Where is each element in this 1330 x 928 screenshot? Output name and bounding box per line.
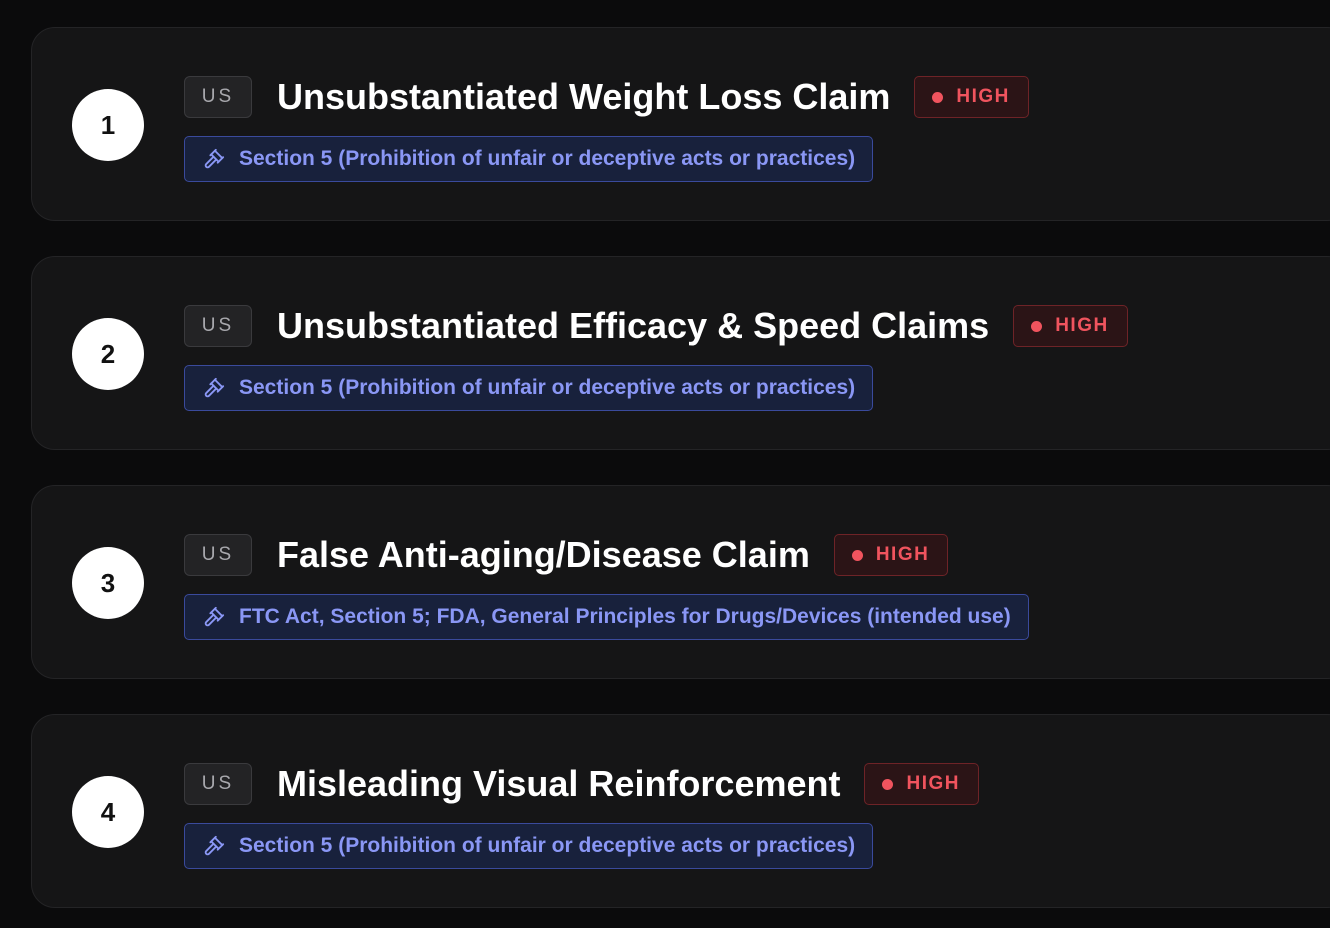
issue-title: Misleading Visual Reinforcement [277, 763, 841, 804]
issue-card[interactable]: 3 US False Anti-aging/Disease Claim HIGH… [31, 485, 1330, 679]
issue-number-badge: 4 [72, 776, 144, 848]
issue-title: False Anti-aging/Disease Claim [277, 534, 810, 575]
issue-title: Unsubstantiated Efficacy & Speed Claims [277, 305, 990, 346]
gavel-icon [202, 834, 226, 858]
issue-number-badge: 2 [72, 318, 144, 390]
regulation-tag: Section 5 (Prohibition of unfair or dece… [184, 365, 874, 411]
dot-icon [851, 549, 863, 561]
regulation-label: Section 5 (Prohibition of unfair or dece… [239, 834, 856, 857]
regulation-label: FTC Act, Section 5; FDA, General Princip… [239, 605, 1011, 628]
issue-list: 1 US Unsubstantiated Weight Loss Claim H… [0, 0, 1330, 928]
regulation-tag: Section 5 (Prohibition of unfair or dece… [184, 136, 874, 182]
severity-badge: HIGH [833, 534, 949, 576]
issue-card[interactable]: 1 US Unsubstantiated Weight Loss Claim H… [31, 27, 1330, 221]
severity-label: HIGH [956, 86, 1010, 107]
severity-badge: HIGH [864, 763, 979, 805]
region-tag: US [184, 534, 252, 576]
region-tag: US [184, 76, 252, 118]
regulation-label: Section 5 (Prohibition of unfair or dece… [239, 147, 856, 170]
region-tag: US [184, 305, 252, 347]
issue-header: US Misleading Visual Reinforcement HIGH [184, 763, 979, 805]
regulation-tag: FTC Act, Section 5; FDA, General Princip… [184, 594, 1029, 640]
region-tag: US [184, 763, 252, 805]
severity-badge: HIGH [1013, 305, 1128, 347]
severity-label: HIGH [1055, 315, 1109, 336]
issue-header: US Unsubstantiated Efficacy & Speed Clai… [184, 305, 1128, 347]
issue-header: US Unsubstantiated Weight Loss Claim HIG… [184, 76, 1029, 118]
dot-icon [1031, 320, 1043, 332]
dot-icon [882, 778, 894, 790]
gavel-icon [202, 147, 226, 171]
regulation-tag: Section 5 (Prohibition of unfair or dece… [184, 823, 874, 869]
severity-label: HIGH [906, 773, 960, 794]
regulation-label: Section 5 (Prohibition of unfair or dece… [239, 376, 856, 399]
issue-number-badge: 3 [72, 547, 144, 619]
dot-icon [932, 91, 944, 103]
issue-number-badge: 1 [72, 89, 144, 161]
issue-card[interactable]: 4 US Misleading Visual Reinforcement HIG… [31, 714, 1330, 908]
issue-card[interactable]: 2 US Unsubstantiated Efficacy & Speed Cl… [31, 256, 1330, 450]
severity-badge: HIGH [914, 76, 1029, 118]
severity-label: HIGH [875, 544, 930, 565]
gavel-icon [202, 605, 226, 629]
gavel-icon [202, 376, 226, 400]
issue-title: Unsubstantiated Weight Loss Claim [277, 76, 891, 117]
issue-header: US False Anti-aging/Disease Claim HIGH [184, 534, 949, 576]
